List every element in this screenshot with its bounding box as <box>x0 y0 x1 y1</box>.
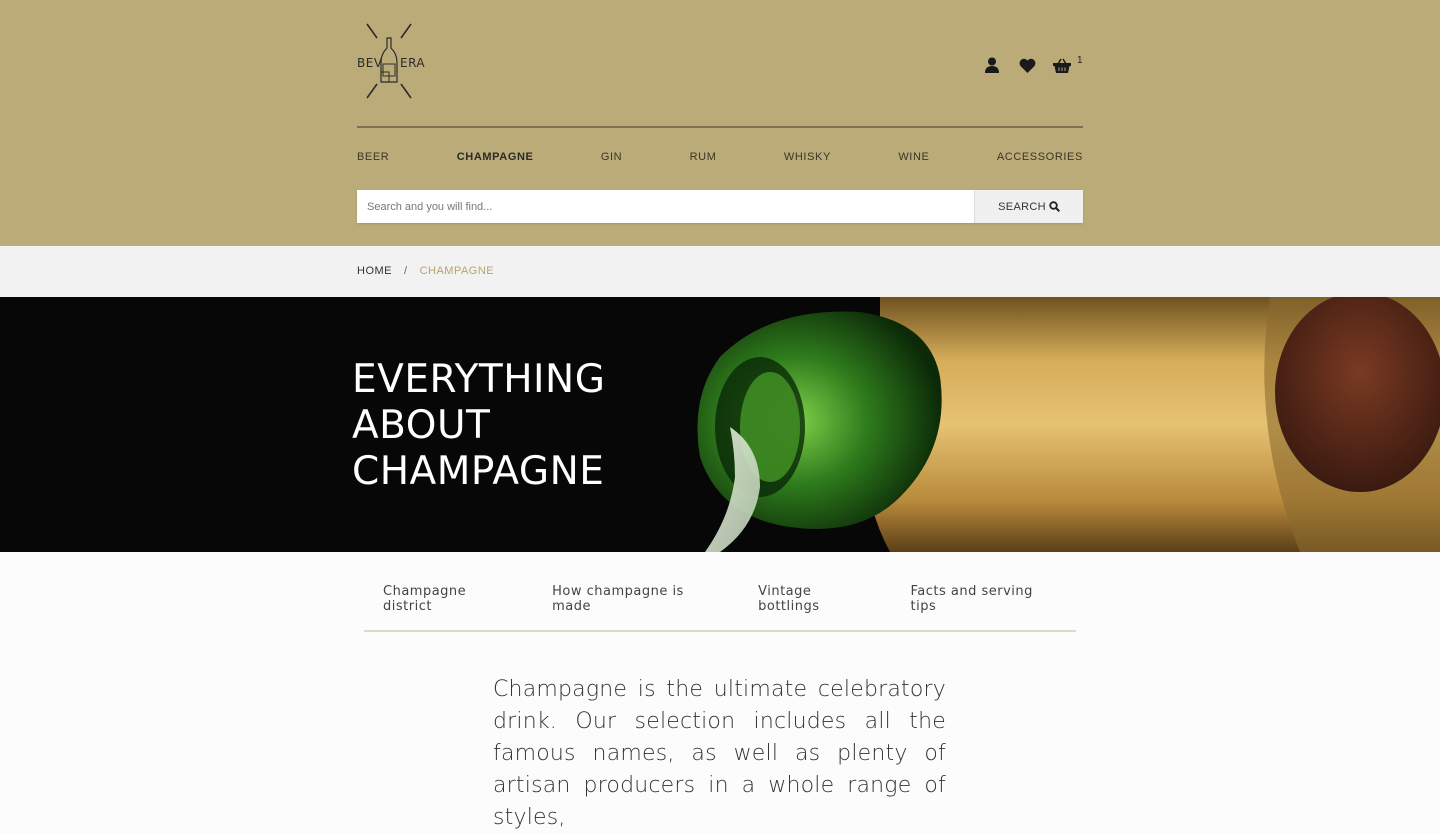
breadcrumb-current: CHAMPAGNE <box>419 265 495 277</box>
search-bar: SEARCH <box>357 190 1083 223</box>
subtabs-divider <box>364 630 1076 632</box>
breadcrumb-separator: / <box>404 265 408 277</box>
site-header: BEV ERA 1 BEER CHAMPAGNE GIN RUM WHISKY … <box>0 0 1440 246</box>
search-button-label: SEARCH <box>998 200 1046 213</box>
tab-facts-and-serving-tips[interactable]: Facts and serving tips <box>911 584 1057 614</box>
hero-banner: EVERYTHING ABOUT CHAMPAGNE <box>0 297 1440 552</box>
site-logo[interactable]: BEV ERA <box>357 22 427 102</box>
tab-vintage-bottlings[interactable]: Vintage bottlings <box>758 584 872 614</box>
nav-item-accessories[interactable]: ACCESSORIES <box>997 151 1083 163</box>
header-icons: 1 <box>982 52 1087 78</box>
user-icon[interactable] <box>982 55 1002 75</box>
hero-title-line: EVERYTHING <box>352 357 606 402</box>
logo-text-right: ERA <box>400 56 426 70</box>
hero-champagne-image <box>0 297 1440 552</box>
subtabs: Champagne district How champagne is made… <box>364 584 1076 614</box>
cart-count-badge: 1 <box>1077 55 1083 66</box>
tab-how-champagne-is-made[interactable]: How champagne is made <box>552 584 720 614</box>
breadcrumb: HOME / CHAMPAGNE <box>357 265 494 277</box>
nav-item-gin[interactable]: GIN <box>601 151 622 163</box>
nav-item-rum[interactable]: RUM <box>690 151 717 163</box>
hero-title-line: CHAMPAGNE <box>352 449 605 494</box>
hero-title: EVERYTHING ABOUT CHAMPAGNE <box>352 357 605 495</box>
main-nav: BEER CHAMPAGNE GIN RUM WHISKY WINE ACCES… <box>357 151 1083 163</box>
nav-item-wine[interactable]: WINE <box>898 151 929 163</box>
breadcrumb-bar: HOME / CHAMPAGNE <box>0 246 1440 297</box>
heart-icon[interactable] <box>1017 55 1037 75</box>
basket-icon[interactable] <box>1052 55 1072 75</box>
breadcrumb-home[interactable]: HOME <box>357 265 392 277</box>
nav-item-champagne[interactable]: CHAMPAGNE <box>457 151 534 163</box>
tab-champagne-district[interactable]: Champagne district <box>383 584 514 614</box>
hero-title-line: ABOUT <box>352 403 491 448</box>
search-input[interactable] <box>357 190 974 223</box>
nav-item-whisky[interactable]: WHISKY <box>784 151 831 163</box>
intro-text: Champagne is the ultimate celebratory dr… <box>493 677 946 830</box>
search-button[interactable]: SEARCH <box>974 190 1083 223</box>
search-icon <box>1049 201 1060 212</box>
nav-item-beer[interactable]: BEER <box>357 151 389 163</box>
logo-text-left: BEV <box>357 56 383 70</box>
header-divider <box>357 126 1083 128</box>
